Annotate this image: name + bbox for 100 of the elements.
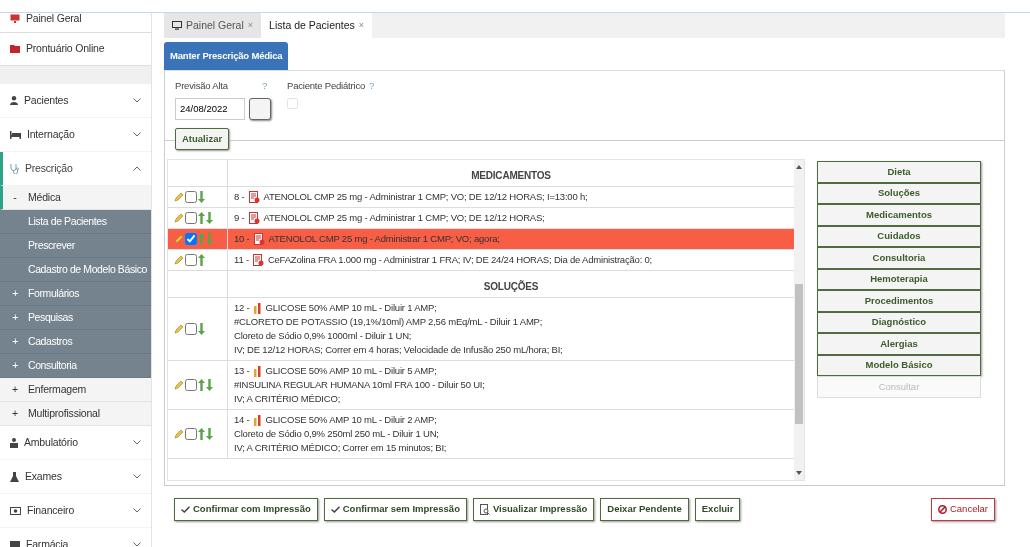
checkbox[interactable] — [185, 428, 197, 441]
tab[interactable]: Lista de Pacientes × — [261, 13, 373, 38]
checkbox[interactable] — [185, 254, 197, 267]
chevron-down-icon — [133, 98, 141, 103]
action-button[interactable]: Confirmar com Impressão — [174, 498, 318, 521]
sidebar-subitem[interactable]: + Formulários — [0, 282, 151, 306]
sidebar-item[interactable]: Exames — [0, 460, 151, 494]
action-button[interactable]: Confirmar sem Impressão — [323, 498, 467, 521]
cancel-button[interactable]: Cancelar — [930, 498, 995, 521]
sidebar-subitem[interactable]: Prescrever — [0, 234, 151, 258]
category-button[interactable]: Hemoterapia — [817, 268, 981, 291]
item-number: 12 - — [234, 301, 250, 316]
expand-sign[interactable]: + — [10, 309, 20, 326]
pill-pack-icon — [248, 212, 260, 225]
chevron-up-icon — [133, 166, 141, 171]
category-button[interactable]: Soluções — [817, 182, 981, 205]
table-row[interactable]: 8 - ATENOLOL CMP 25 mg - Administrar 1 CMP; VO; DE 12/12 HORAS; I=13:00 h; — [168, 187, 794, 209]
checkbox[interactable] — [185, 233, 197, 246]
section-heading: MEDICAMENTOS — [470, 168, 552, 183]
category-button[interactable]: Procedimentos — [817, 290, 981, 312]
prescription-text: IV; A CRITÉRIO MÉDICO; Correr em 15 minutos; BI; — [234, 441, 447, 456]
expand-sign[interactable]: + — [10, 333, 20, 350]
checkbox[interactable] — [185, 379, 197, 392]
check-icon — [181, 505, 190, 513]
bed-icon — [10, 130, 21, 139]
sidebar-subitem[interactable]: + Consultoria — [0, 354, 151, 378]
prescription-text: IV; DE 12/12 HORAS; Correr em 4 horas; Velocidade de Infusão 250 mL/hora; BI; — [234, 343, 563, 358]
pencil-icon — [174, 192, 184, 203]
action-button[interactable]: Visualizar Impressão — [472, 498, 595, 521]
category-button[interactable]: Modelo Básico — [817, 354, 981, 377]
user-icon — [10, 96, 18, 105]
item-number: 11 - — [234, 253, 249, 268]
sidebar-subitem[interactable]: + Multiprofissional — [0, 402, 151, 426]
prescription-text: GLICOSE 50% AMP 10 mL - Diluir 1 AMP; — [265, 301, 437, 316]
checkbox[interactable] — [185, 191, 197, 204]
sidebar-item[interactable]: Farmácia — [0, 528, 151, 547]
pencil-icon — [174, 255, 184, 266]
preview-icon — [479, 503, 490, 515]
sidebar-item[interactable]: Pacientes — [0, 84, 151, 118]
field-label: Paciente Pediátrico — [287, 79, 366, 94]
chevron-down-icon — [133, 132, 141, 137]
item-number: 14 - — [234, 413, 250, 428]
table-row[interactable]: 11 - CeFAZolina FRA 1.000 mg - Administrar 1 FRA; IV; DE 24/24 HORAS; Dia de Administração: 0; — [168, 250, 794, 272]
expand-sign[interactable]: + — [10, 381, 20, 398]
chevron-down-icon — [133, 508, 141, 513]
checkbox[interactable] — [185, 212, 197, 225]
checkbox[interactable] — [185, 323, 197, 336]
sidebar-item[interactable]: Internação — [0, 118, 151, 152]
monitor-icon — [172, 21, 182, 30]
chevron-down-icon — [133, 542, 141, 547]
table-row[interactable]: 14 - GLICOSE 50% AMP 10 mL - Diluir 2 AMP; Cloreto de Sódio 0,9% 250ml 250 mL - Diluir 1 UN; IV; A CRITÉRIO MÉDICO; Correr em 15 minutos; BI; — [168, 410, 794, 460]
monitor-icon — [10, 14, 20, 23]
sidebar-subitem[interactable]: + Cadastros — [0, 330, 151, 354]
tab[interactable]: Painel Geral × — [164, 13, 262, 38]
item-number: 10 - — [234, 232, 250, 247]
stethoscope-icon — [10, 163, 19, 174]
category-button[interactable]: Cuidados — [817, 225, 981, 248]
expand-sign[interactable]: + — [10, 405, 20, 422]
close-icon[interactable]: × — [358, 18, 365, 33]
expand-sign[interactable]: + — [10, 285, 20, 302]
scroll-down-icon[interactable] — [796, 470, 802, 477]
prescription-text: #INSULINA REGULAR HUMANA 10ml FRA 100 - Diluir 50 UI; — [234, 378, 485, 393]
prescription-text: ATENOLOL CMP 25 mg - Administrar 1 CMP; VO; DE 12/12 HORAS; — [263, 211, 545, 226]
sidebar-item[interactable]: Ambulatório — [0, 426, 151, 460]
sidebar-subitem[interactable]: - Médica — [0, 186, 151, 210]
category-button[interactable]: Consultoria — [817, 247, 981, 269]
table-row[interactable]: 13 - GLICOSE 50% AMP 10 mL - Diluir 5 AMP; #INSULINA REGULAR HUMANA 10ml FRA 100 - Diluir 50 UI; IV; A CRITÉRIO MÉDICO; — [168, 361, 794, 411]
table-row[interactable]: 10 - ATENOLOL CMP 25 mg - Administrar 1 CMP; VO; agora; — [168, 229, 794, 251]
action-button[interactable]: Deixar Pendente — [600, 498, 689, 521]
pencil-icon — [174, 213, 184, 224]
prescription-text: IV; A CRITÉRIO MÉDICO; — [234, 392, 341, 407]
chevron-down-icon — [133, 440, 141, 445]
calendar-button[interactable] — [249, 97, 271, 120]
date-field[interactable]: 24/08/2022 — [175, 97, 245, 120]
prescription-text: Cloreto de Sódio 0,9% 1000ml - Diluir 1 UN; — [234, 329, 412, 344]
category-button[interactable]: Medicamentos — [817, 204, 981, 226]
sidebar-subitem[interactable]: + Pesquisas — [0, 306, 151, 330]
category-button[interactable]: Dieta — [817, 161, 981, 183]
field-label: Previsão Alta — [175, 79, 228, 94]
category-button[interactable]: Diagnóstico — [817, 311, 981, 334]
checkbox[interactable] — [287, 97, 298, 109]
pill-pack-icon — [252, 254, 264, 267]
sidebar-item[interactable]: Financeiro — [0, 494, 151, 528]
table-row[interactable] — [168, 298, 794, 362]
sidebar-subitem[interactable]: + Enfermagem — [0, 378, 151, 402]
collapse-sign[interactable]: - — [10, 189, 20, 206]
scrollbar[interactable] — [794, 160, 804, 481]
item-number: 9 - — [234, 211, 245, 226]
sidebar-subitem[interactable]: Lista de Pacientes — [0, 210, 151, 234]
ban-icon — [937, 504, 947, 514]
check-icon — [330, 505, 340, 513]
action-button[interactable]: Excluir — [694, 498, 741, 521]
pencil-icon — [174, 234, 184, 245]
sidebar-item[interactable]: Painel Geral — [0, 13, 151, 33]
category-button[interactable]: Alergias — [817, 333, 981, 355]
pill-pack-icon — [253, 233, 265, 246]
sidebar-subitem[interactable]: Cadastro de Modelo Básico — [0, 258, 151, 282]
expand-sign[interactable]: + — [10, 357, 20, 374]
scroll-up-icon[interactable] — [796, 164, 802, 171]
update-button[interactable]: Atualizar — [175, 127, 230, 150]
